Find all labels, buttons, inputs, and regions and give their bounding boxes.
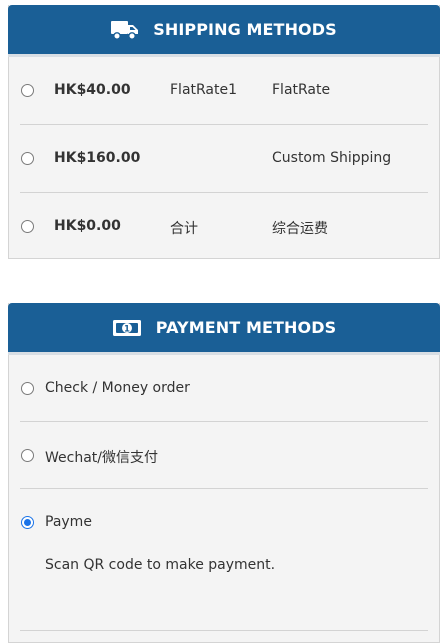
payment-option-row[interactable]: Check / Money order (20, 355, 428, 422)
payment-option-radio-selected[interactable] (21, 516, 34, 529)
shipping-methods-header: SHIPPING METHODS (8, 5, 440, 57)
shipping-option-radio[interactable] (21, 152, 34, 165)
shipping-method-title: Custom Shipping (272, 150, 392, 166)
payment-option-radio[interactable] (21, 382, 34, 395)
payment-methods-title: PAYMENT METHODS (155, 318, 337, 337)
shipping-option-row[interactable]: HK$160.00 Custom Shipping (20, 125, 428, 193)
shipping-option-row[interactable]: HK$0.00 合计 综合运费 (20, 193, 428, 260)
shipping-price: HK$160.00 (54, 150, 141, 166)
payment-methods-panel: 1 PAYMENT METHODS Check / Money order We… (8, 303, 440, 643)
payment-option-label[interactable]: Wechat/微信支付 (45, 447, 158, 467)
shipping-option-row[interactable]: HK$40.00 FlatRate1 FlatRate (20, 57, 428, 125)
shipping-option-radio[interactable] (21, 84, 34, 97)
shipping-methods-panel: SHIPPING METHODS HK$40.00 FlatRate1 Flat… (8, 5, 440, 259)
money-bill-icon: 1 (112, 318, 142, 338)
shipping-option-radio[interactable] (21, 220, 34, 233)
payment-instructions: Scan QR code to make payment. (45, 557, 276, 573)
shipping-method-title: FlatRate (272, 82, 331, 98)
payment-option-label[interactable]: Check / Money order (45, 380, 190, 396)
truck-icon (111, 20, 139, 40)
shipping-price: HK$0.00 (54, 218, 121, 234)
shipping-method-title: 综合运费 (272, 221, 328, 237)
shipping-carrier-code: 合计 (170, 221, 198, 237)
payment-option-radio[interactable] (21, 449, 34, 462)
shipping-carrier-code: FlatRate1 (170, 82, 238, 98)
shipping-price: HK$40.00 (54, 82, 131, 98)
payment-methods-header: 1 PAYMENT METHODS (8, 303, 440, 355)
payment-option-row[interactable]: Wechat/微信支付 (20, 422, 428, 489)
payment-option-label[interactable]: Payme (45, 514, 92, 530)
shipping-methods-title: SHIPPING METHODS (153, 20, 337, 39)
svg-text:1: 1 (124, 324, 130, 334)
payment-option-row-selected[interactable]: Payme Scan QR code to make payment. (20, 489, 428, 631)
